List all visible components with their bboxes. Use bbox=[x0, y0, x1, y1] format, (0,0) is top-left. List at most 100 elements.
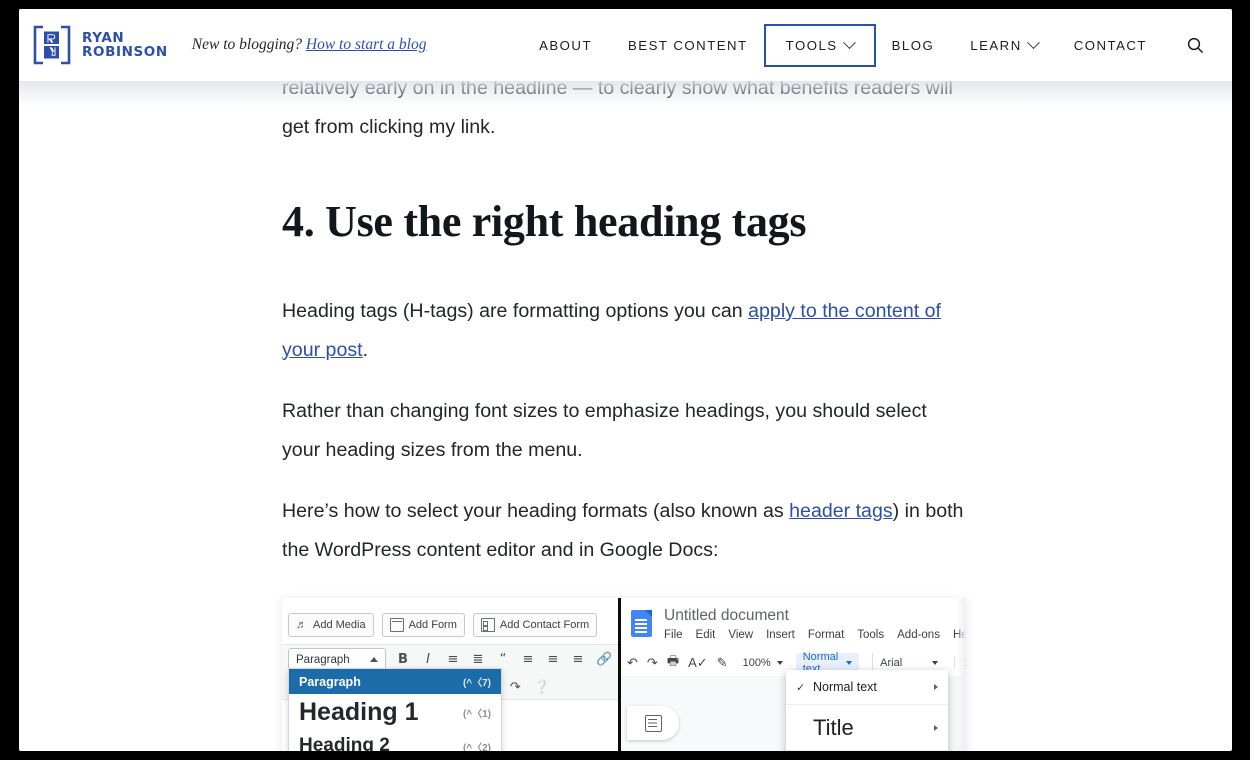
nav-label-learn: LEARN bbox=[970, 38, 1021, 53]
google-docs-document-title[interactable]: Untitled document bbox=[664, 607, 789, 625]
align-right-icon[interactable]: ≡ bbox=[571, 653, 585, 667]
print-icon[interactable]: 🖶 bbox=[667, 652, 679, 674]
wordpress-option-paragraph[interactable]: Paragraph (^〈7) bbox=[289, 669, 501, 694]
google-docs-zoom-control[interactable]: 100% bbox=[737, 657, 783, 669]
google-docs-font-size[interactable]: 11 bbox=[954, 657, 966, 669]
google-docs-screenshot: Untitled document File Edit View Insert … bbox=[621, 598, 966, 751]
add-form-button[interactable]: Add Form bbox=[382, 613, 465, 637]
wordpress-media-buttons: ♬ Add Media Add Form Add Contact Form bbox=[282, 612, 618, 638]
font-family-value: Arial bbox=[880, 657, 902, 669]
nav-item-contact[interactable]: CONTACT bbox=[1056, 29, 1165, 62]
document-outline-icon bbox=[645, 715, 662, 732]
ryan-robinson-bracket-logo-icon bbox=[33, 25, 71, 65]
nav-label-about: ABOUT bbox=[539, 38, 592, 53]
how-to-start-a-blog-link[interactable]: How to start a blog bbox=[306, 36, 427, 53]
nav-item-best-content[interactable]: BEST CONTENT bbox=[610, 29, 766, 62]
google-docs-option-normal-text-label: Normal text bbox=[813, 680, 877, 694]
add-contact-form-button[interactable]: Add Contact Form bbox=[473, 613, 597, 637]
paragraph-text-1-after: . bbox=[363, 339, 368, 361]
check-icon: ✓ bbox=[796, 681, 813, 694]
blockquote-icon[interactable]: “ bbox=[496, 653, 510, 667]
add-form-label: Add Form bbox=[409, 619, 457, 631]
spelling-check-icon[interactable]: A✓ bbox=[688, 655, 708, 671]
paragraph-text-3-before: Here’s how to select your heading format… bbox=[282, 500, 789, 522]
google-docs-file-icon bbox=[631, 610, 652, 637]
nav-item-learn[interactable]: LEARN bbox=[952, 29, 1055, 62]
nav-label-blog: BLOG bbox=[892, 38, 935, 53]
menu-edit[interactable]: Edit bbox=[696, 629, 716, 641]
tagline-text: New to blogging? bbox=[192, 36, 302, 53]
wordpress-toolbar-icons: B I ≡ ≣ “ ≡ ≡ ≡ 🔗 bbox=[396, 653, 610, 667]
page-viewport: relatively early on in the headline — to… bbox=[19, 9, 1232, 751]
redo-icon[interactable]: ↷ bbox=[510, 679, 521, 695]
menu-tools[interactable]: Tools bbox=[857, 629, 884, 641]
add-media-icon: ♬ bbox=[296, 619, 308, 631]
wordpress-option-paragraph-label: Paragraph bbox=[299, 675, 361, 689]
zoom-level-value: 100% bbox=[743, 657, 771, 669]
menu-format[interactable]: Format bbox=[808, 629, 844, 641]
wordpress-option-heading-1[interactable]: Heading 1 (^〈1) bbox=[289, 694, 501, 731]
paragraph-how-to-select: Here’s how to select your heading format… bbox=[282, 492, 966, 569]
link-header-tags[interactable]: header tags bbox=[789, 500, 893, 522]
add-contact-form-label: Add Contact Form bbox=[500, 619, 589, 631]
paragraph-font-sizes: Rather than changing font sizes to empha… bbox=[282, 392, 966, 469]
paragraph-heading-tags-definition: Heading tags (H-tags) are formatting opt… bbox=[282, 292, 966, 369]
menu-view[interactable]: View bbox=[728, 629, 753, 641]
nav-label-contact: CONTACT bbox=[1074, 38, 1147, 53]
google-docs-header: Untitled document File Edit View Insert … bbox=[621, 606, 966, 650]
google-docs-option-title[interactable]: Title bbox=[786, 705, 948, 751]
brand-line-2: ROBINSON bbox=[82, 45, 168, 60]
chevron-down-icon bbox=[1027, 36, 1040, 49]
google-docs-option-title-label: Title bbox=[813, 715, 854, 741]
nav-item-blog[interactable]: BLOG bbox=[874, 29, 953, 62]
wordpress-option-heading-2-label: Heading 2 bbox=[299, 735, 390, 751]
bold-icon[interactable]: B bbox=[396, 653, 410, 667]
menu-help[interactable]: Help bbox=[953, 629, 966, 641]
chevron-up-icon bbox=[370, 657, 378, 662]
content-column: relatively early on in the headline — to… bbox=[282, 69, 966, 751]
wordpress-option-heading-2-shortcut: (^〈2) bbox=[463, 739, 491, 752]
redo-icon[interactable]: ↷ bbox=[647, 655, 658, 671]
undo-icon[interactable]: ↶ bbox=[627, 655, 638, 671]
site-header: RYAN ROBINSON New to blogging? How to st… bbox=[19, 9, 1232, 81]
brand-wordmark: RYAN ROBINSON bbox=[82, 31, 168, 60]
main-navigation: ABOUT BEST CONTENT TOOLS BLOG LEARN CO bbox=[521, 9, 1232, 81]
chevron-down-icon bbox=[777, 661, 783, 665]
italic-icon[interactable]: I bbox=[421, 653, 435, 667]
page-section-heading: 4. Use the right heading tags bbox=[282, 196, 966, 248]
header-tagline: New to blogging? How to start a blog bbox=[192, 36, 427, 54]
submenu-arrow-icon bbox=[934, 725, 938, 731]
google-docs-menu-bar: File Edit View Insert Format Tools Add-o… bbox=[664, 629, 966, 641]
wordpress-option-heading-2[interactable]: Heading 2 (^〈2) bbox=[289, 731, 501, 751]
nav-label-tools: TOOLS bbox=[786, 38, 838, 53]
add-form-icon bbox=[390, 618, 404, 632]
nav-item-tools[interactable]: TOOLS bbox=[766, 26, 874, 65]
link-icon[interactable]: 🔗 bbox=[596, 653, 610, 667]
paint-format-icon[interactable]: ✎ bbox=[717, 655, 728, 671]
google-docs-style-dropdown-menu: ✓ Normal text Title bbox=[786, 670, 948, 751]
site-logo-link[interactable]: RYAN ROBINSON bbox=[33, 25, 168, 65]
google-docs-option-normal-text[interactable]: ✓ Normal text bbox=[786, 670, 948, 705]
add-media-button[interactable]: ♬ Add Media bbox=[288, 613, 374, 637]
browser-window-frame: relatively early on in the headline — to… bbox=[0, 0, 1250, 760]
embedded-screenshot-image: ♬ Add Media Add Form Add Contact Form bbox=[282, 598, 966, 751]
brand-line-1: RYAN bbox=[82, 31, 168, 46]
numbered-list-icon[interactable]: ≣ bbox=[471, 653, 485, 667]
wordpress-option-heading-1-label: Heading 1 bbox=[299, 698, 418, 727]
align-center-icon[interactable]: ≡ bbox=[546, 653, 560, 667]
align-left-icon[interactable]: ≡ bbox=[521, 653, 535, 667]
menu-add-ons[interactable]: Add-ons bbox=[897, 629, 940, 641]
nav-label-best-content: BEST CONTENT bbox=[628, 38, 748, 53]
search-button[interactable] bbox=[1165, 28, 1220, 63]
menu-insert[interactable]: Insert bbox=[766, 629, 795, 641]
nav-item-about[interactable]: ABOUT bbox=[521, 29, 610, 62]
help-icon[interactable]: ❔ bbox=[534, 679, 550, 695]
wordpress-editor-screenshot: ♬ Add Media Add Form Add Contact Form bbox=[282, 598, 618, 751]
bulleted-list-icon[interactable]: ≡ bbox=[446, 653, 460, 667]
wordpress-option-paragraph-shortcut: (^〈7) bbox=[463, 674, 491, 689]
wordpress-option-heading-1-shortcut: (^〈1) bbox=[463, 705, 491, 720]
chevron-down-icon bbox=[843, 36, 856, 49]
menu-file[interactable]: File bbox=[664, 629, 683, 641]
document-outline-button[interactable] bbox=[627, 706, 679, 740]
chevron-down-icon bbox=[846, 661, 852, 665]
